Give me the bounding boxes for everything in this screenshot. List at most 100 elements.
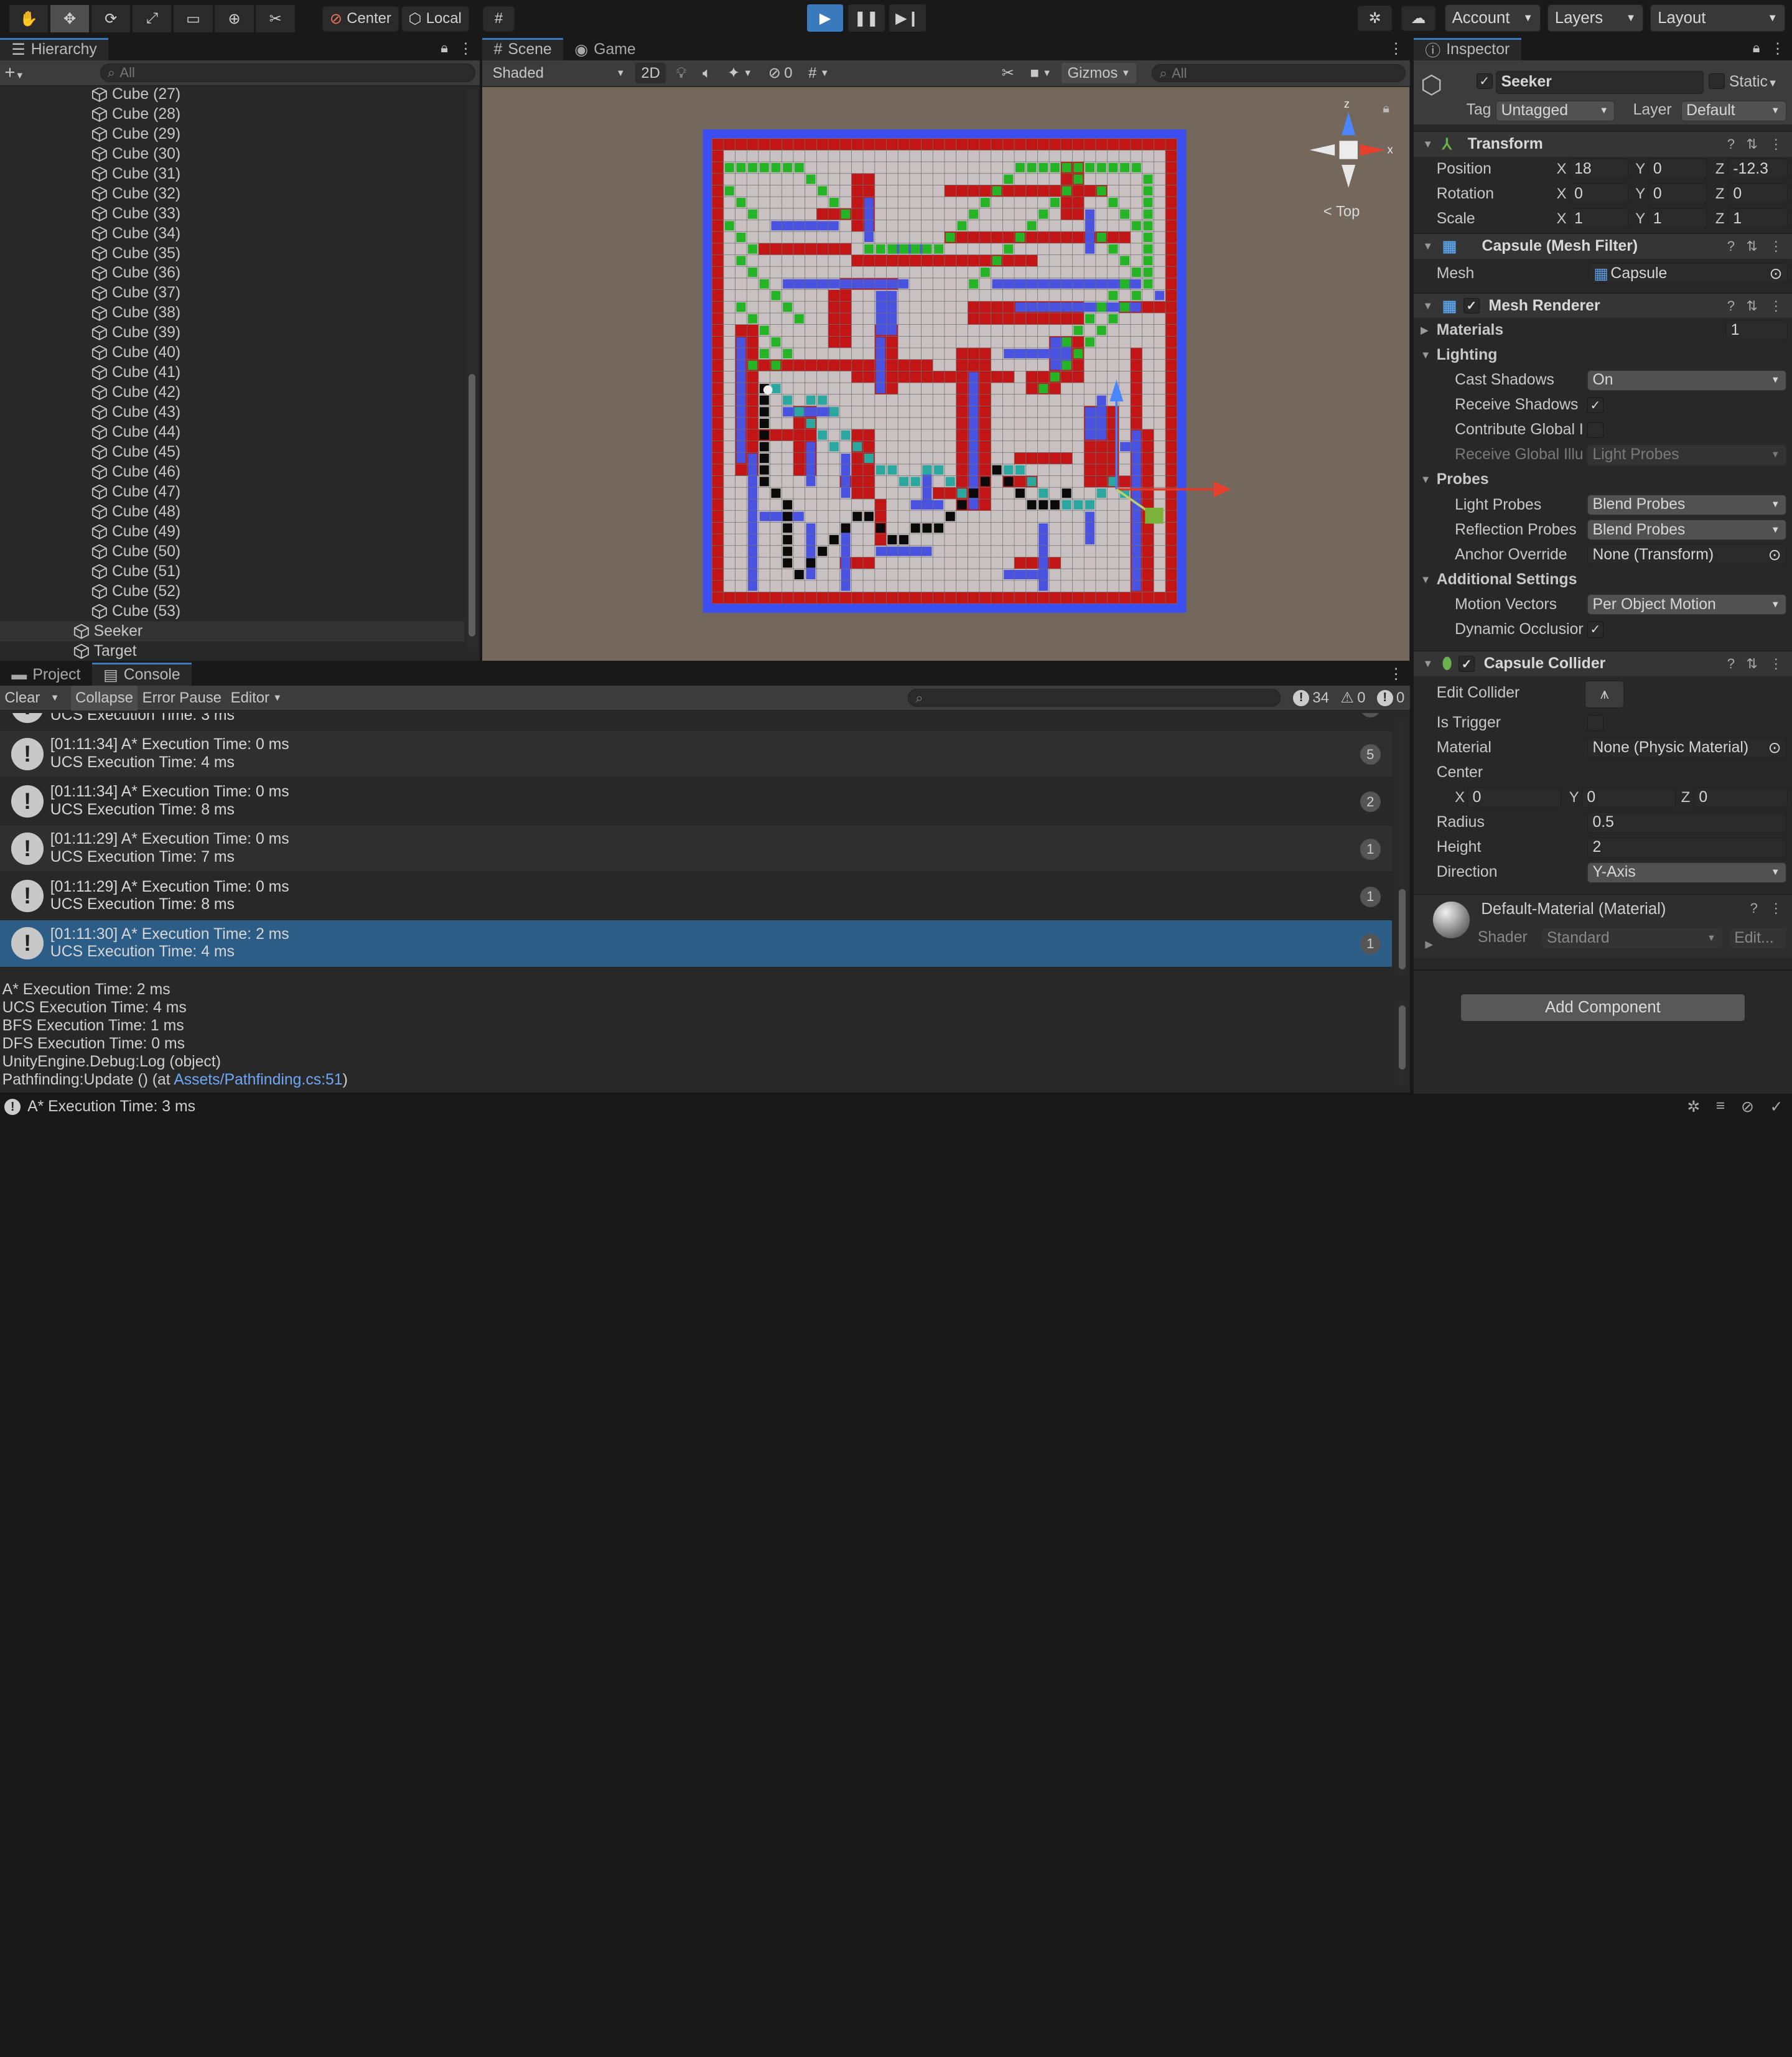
hierarchy-item[interactable]: Cube (50) xyxy=(0,542,464,562)
neg-z-cone-icon[interactable] xyxy=(1342,164,1356,188)
center-y-field[interactable]: 0 xyxy=(1581,787,1676,808)
dynamic-occlusion-checkbox[interactable]: ✓ xyxy=(1587,621,1603,638)
help-icon[interactable]: ? xyxy=(1727,656,1735,672)
pivot-toggle[interactable]: ⊘ Center xyxy=(322,6,399,32)
account-dropdown[interactable]: Account ▼ xyxy=(1444,4,1541,32)
tools-icon[interactable]: ✂ xyxy=(996,63,1020,83)
hierarchy-item[interactable]: Cube (44) xyxy=(0,422,464,442)
panel-menu-icon[interactable]: ⋮ xyxy=(1389,665,1404,683)
scale-x-field[interactable]: 1 xyxy=(1569,208,1629,230)
hierarchy-item[interactable]: Cube (49) xyxy=(0,522,464,542)
component-menu-icon[interactable]: ⋮ xyxy=(1769,238,1783,254)
clear-button[interactable]: Clear ▼ xyxy=(0,688,64,708)
mode-2d-toggle[interactable]: 2D xyxy=(635,63,666,84)
lock-view-icon[interactable]: 🔒︎ xyxy=(1383,101,1389,115)
audio-icon[interactable]: 🔈︎ xyxy=(697,63,717,83)
capsule-collider-header[interactable]: ▼ ⬮ ✓ Capsule Collider ? ⇅ ⋮ xyxy=(1413,651,1792,676)
collider-material-field[interactable]: None (Physic Material) ⊙ xyxy=(1587,737,1786,758)
position-z-field[interactable]: -12.3 xyxy=(1728,159,1788,180)
foldout-arrow-icon[interactable]: ▼ xyxy=(1423,138,1433,151)
tab-scene[interactable]: # Scene xyxy=(482,37,564,61)
foldout-arrow-icon[interactable]: ▼ xyxy=(1421,473,1430,486)
active-checkbox[interactable]: ✓ xyxy=(1477,73,1493,90)
script-link[interactable]: Assets/Pathfinding.cs:51 xyxy=(174,1071,342,1088)
error-pause-toggle[interactable]: Error Pause xyxy=(138,688,226,708)
step-button[interactable]: ▶❙ xyxy=(889,4,926,32)
log-filter-toggle[interactable]: ! 34 xyxy=(1287,688,1335,708)
progress-check-icon[interactable]: ✓ xyxy=(1770,1098,1783,1116)
collapse-toggle[interactable]: Collapse xyxy=(70,685,138,711)
grid-icon[interactable]: # ▼ xyxy=(803,63,835,83)
receive-shadows-checkbox[interactable]: ✓ xyxy=(1587,397,1603,414)
center-z-field[interactable]: 0 xyxy=(1693,787,1788,808)
center-x-field[interactable]: 0 xyxy=(1467,787,1561,808)
console-entry[interactable]: ! [01:11:34] A* Execution Time: 0 ms UCS E… xyxy=(0,730,1393,778)
hierarchy-item[interactable]: Cube (46) xyxy=(0,462,464,482)
effects-icon[interactable]: ✦ ▼ xyxy=(722,63,758,83)
position-y-field[interactable]: 0 xyxy=(1648,159,1707,180)
hierarchy-item[interactable]: Cube (51) xyxy=(0,562,464,582)
y-handle-box[interactable] xyxy=(1145,507,1164,524)
tab-inspector[interactable]: ⓘ Inspector xyxy=(1413,37,1521,61)
console-scrollbar[interactable] xyxy=(1396,717,1408,976)
panel-menu-icon[interactable]: ⋮ xyxy=(1389,40,1404,58)
rect-tool-icon[interactable]: ▭ xyxy=(174,5,213,33)
hierarchy-item[interactable]: Cube (36) xyxy=(0,264,464,284)
x-cone-icon[interactable] xyxy=(1360,144,1386,156)
tab-hierarchy[interactable]: ☰ Hierarchy xyxy=(0,37,109,61)
preset-icon[interactable]: ⇅ xyxy=(1746,136,1757,152)
scale-y-field[interactable]: 1 xyxy=(1648,208,1707,230)
console-entry[interactable]: ! [01:11:30] A* Execution Time: 2 ms UCS E… xyxy=(0,920,1393,968)
mesh-renderer-header[interactable]: ▼ ▦ ✓ Mesh Renderer ? ⇅ ⋮ xyxy=(1413,292,1792,319)
panel-menu-icon[interactable]: ⋮ xyxy=(1770,40,1785,58)
anchor-override-field[interactable]: None (Transform) ⊙ xyxy=(1587,544,1786,566)
object-picker-icon[interactable]: ⊙ xyxy=(1768,739,1781,757)
move-tool-icon[interactable]: ✥ xyxy=(50,5,90,33)
space-toggle[interactable]: ⬡ Local xyxy=(401,6,469,32)
hierarchy-item[interactable]: Cube (34) xyxy=(0,224,464,244)
hierarchy-item[interactable]: Cube (42) xyxy=(0,383,464,403)
lock-icon[interactable]: 🔒︎ xyxy=(441,40,448,56)
camera-icon[interactable]: ■ ▼ xyxy=(1024,63,1057,83)
hierarchy-item[interactable]: Cube (39) xyxy=(0,323,464,343)
object-picker-icon[interactable]: ⊙ xyxy=(1768,546,1781,564)
additional-settings-section[interactable]: ▼ Additional Settings xyxy=(1414,567,1792,592)
transform-header[interactable]: ▼ ⅄ Transform ? ⇅ ⋮ xyxy=(1413,131,1792,157)
hierarchy-item[interactable]: Cube (30) xyxy=(0,144,464,164)
database-icon[interactable]: ≡ xyxy=(1716,1098,1725,1116)
scale-tool-icon[interactable]: ⤢ xyxy=(133,5,172,33)
rotation-x-field[interactable]: 0 xyxy=(1569,184,1629,205)
collider-enabled-checkbox[interactable]: ✓ xyxy=(1458,656,1475,672)
tag-dropdown[interactable]: Untagged ▼ xyxy=(1496,100,1615,121)
height-field[interactable]: 2 xyxy=(1587,837,1786,858)
rotation-y-field[interactable]: 0 xyxy=(1648,184,1707,205)
warning-filter-toggle[interactable]: ⚠ 0 xyxy=(1335,688,1371,708)
tab-project[interactable]: ▬ Project xyxy=(0,663,92,686)
preset-icon[interactable]: ⇅ xyxy=(1746,656,1757,672)
layer-dropdown[interactable]: Default ▼ xyxy=(1681,100,1786,121)
foldout-arrow-icon[interactable]: ▼ xyxy=(1421,574,1430,586)
console-entry[interactable]: ! [01:11:34] A* Execution Time: 0 ms UCS E… xyxy=(0,778,1393,826)
hierarchy-item[interactable]: Cube (48) xyxy=(0,502,464,522)
hierarchy-item[interactable]: Cube (33) xyxy=(0,204,464,224)
preset-icon[interactable]: ⇅ xyxy=(1746,238,1757,254)
hierarchy-item[interactable]: Cube (53) xyxy=(0,602,464,622)
gizmos-dropdown[interactable]: Gizmos ▼ xyxy=(1062,63,1136,84)
component-menu-icon[interactable]: ⋮ xyxy=(1769,656,1783,672)
console-scroll-thumb[interactable] xyxy=(1399,889,1406,969)
grid-snap-icon[interactable]: # xyxy=(482,6,515,32)
light-probes-dropdown[interactable]: Blend Probes ▼ xyxy=(1587,494,1786,516)
editor-dropdown[interactable]: Editor ▼ xyxy=(226,688,286,708)
hierarchy-item[interactable]: Cube (35) xyxy=(0,244,464,264)
edit-collider-button[interactable]: ⩚ xyxy=(1585,681,1624,709)
hierarchy-item-root[interactable]: Seeker xyxy=(0,621,464,641)
probes-section[interactable]: ▼ Probes xyxy=(1414,467,1792,492)
add-object-button[interactable]: +▼ xyxy=(4,62,38,83)
scene-search[interactable]: ⌕ All xyxy=(1152,63,1406,83)
direction-dropdown[interactable]: Y-Axis ▼ xyxy=(1587,862,1786,883)
console-entry[interactable]: ! [01:11:29] A* Execution Time: 0 ms UCS E… xyxy=(0,825,1393,873)
panel-menu-icon[interactable]: ⋮ xyxy=(459,40,474,58)
object-name-field[interactable]: Seeker xyxy=(1496,70,1704,94)
static-checkbox[interactable] xyxy=(1708,73,1725,90)
scene-viewport[interactable]: z x < Top 🔒︎ xyxy=(482,86,1409,661)
